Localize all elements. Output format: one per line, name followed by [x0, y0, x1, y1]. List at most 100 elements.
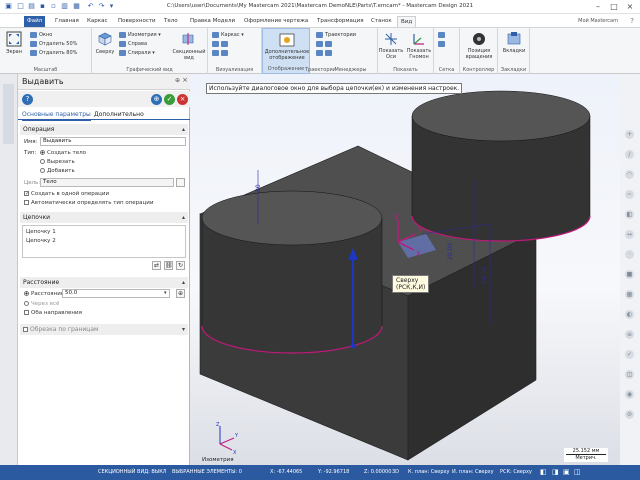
rotation-position-icon[interactable] [471, 31, 487, 47]
fit-screen-icon[interactable] [6, 31, 22, 47]
tab-surfaces[interactable]: Поверхности [115, 16, 159, 27]
toolpaths-button[interactable]: Траектории [316, 31, 356, 39]
distance-pick-button[interactable]: ⊕ [176, 289, 185, 298]
select-points-icon[interactable]: · [625, 250, 634, 259]
single-op-checkbox[interactable]: ✓ Создать в одной операции [24, 190, 109, 198]
wireframe-toggle[interactable]: Каркас ▾ [212, 31, 244, 39]
select-all-icon[interactable]: + [625, 130, 634, 139]
target-field[interactable]: Тело [40, 178, 174, 187]
select-lines-icon[interactable]: / [625, 150, 634, 159]
select-result-icon[interactable]: ✓ [625, 350, 634, 359]
tab-machine[interactable]: Станок [368, 16, 395, 27]
select-surfaces-icon[interactable]: ◧ [625, 210, 634, 219]
section-view-icon[interactable] [180, 31, 196, 47]
tab-model-prep[interactable]: Правка Модели [187, 16, 238, 27]
chain-reverse-button[interactable]: ⇄ [152, 261, 161, 270]
tab-basic-params[interactable]: Основные параметры [22, 110, 91, 121]
distance-spinner-icon[interactable]: ▾ [164, 289, 167, 297]
zoom-out-80-button[interactable]: Отдалить 80% [30, 49, 77, 57]
distance-input[interactable]: 50.0 [62, 289, 170, 298]
wcs-status[interactable]: РСК: Сверху [500, 465, 532, 480]
panel-close-icon[interactable]: × [182, 76, 188, 84]
select-dims-icon[interactable]: ↔ [625, 230, 634, 239]
grid-snap-toggle[interactable] [438, 40, 447, 48]
y-coordinate[interactable]: Y: -92.96718 [318, 465, 349, 480]
type-create-radio[interactable]: Создать тело [40, 149, 86, 157]
extra-display-icon[interactable] [279, 32, 295, 48]
type-cut-radio[interactable]: Вырезать [40, 158, 75, 166]
select-arcs-icon[interactable]: ◠ [625, 170, 634, 179]
list-item[interactable]: Цепочку 2 [26, 237, 56, 245]
graphics-viewport[interactable]: 20.00 24.50 20 Z Y X Z Y X Изометрия Исп… [190, 74, 620, 465]
translucency-toggle[interactable] [212, 49, 230, 57]
tab-wireframe[interactable]: Каркас [84, 16, 110, 27]
top-view-icon[interactable] [97, 31, 113, 47]
close-button[interactable]: × [622, 1, 638, 12]
3d-mode-toggle[interactable]: 3D [392, 465, 399, 480]
select-level-icon[interactable]: ≡ [625, 330, 634, 339]
toolpath-option-1[interactable] [316, 40, 334, 48]
tab-view[interactable]: Вид [397, 16, 417, 27]
target-select-button[interactable] [176, 178, 185, 187]
clear-selection-icon[interactable]: ⊘ [625, 410, 634, 419]
transparency-icon[interactable]: ◫ [574, 465, 581, 480]
cancel-button[interactable]: × [177, 94, 188, 105]
distance-radio[interactable]: Расстояние: [24, 290, 66, 298]
show-axes-icon[interactable] [383, 31, 399, 47]
help-icon[interactable]: ? [630, 17, 634, 25]
display-mode-icon[interactable]: ◧ [540, 465, 547, 480]
tplane-status[interactable]: И. план: Сверху [452, 465, 494, 480]
name-field[interactable]: Выдавить [40, 137, 186, 146]
shading-mode-icon[interactable]: ◨ [552, 465, 559, 480]
bookmarks-icon[interactable] [506, 31, 522, 47]
selected-entities-status[interactable]: ВЫБРАННЫЕ ЭЛЕМЕНТЫ: 0 [172, 465, 242, 480]
account-link[interactable]: Мой Mastercam [578, 18, 618, 24]
auto-type-checkbox[interactable]: Автоматически определять тип операции [24, 199, 153, 207]
apply-button[interactable]: ⊕ [151, 94, 162, 105]
both-directions-checkbox[interactable]: Оба направления [24, 309, 82, 317]
zoom-out-50-button[interactable]: Отдалить 50% [30, 40, 77, 48]
tab-transform[interactable]: Трансформация [314, 16, 367, 27]
distance-section-header[interactable]: Расстояние ▴ [20, 277, 188, 288]
tab-drafting[interactable]: Оформление чертежа [241, 16, 311, 27]
show-gnomon-icon[interactable] [411, 31, 427, 47]
pin-icon[interactable]: ⊕ [175, 77, 180, 84]
select-color-icon[interactable]: ◐ [625, 310, 634, 319]
cplane-status[interactable]: К. план: Сверху [408, 465, 449, 480]
tab-file[interactable]: Файл [24, 16, 46, 27]
maximize-button[interactable]: □ [606, 1, 622, 12]
list-item[interactable]: Цепочку 1 [26, 228, 56, 236]
chains-section-header[interactable]: Цепочки ▴ [20, 212, 188, 223]
through-all-radio[interactable]: Через всё [24, 300, 59, 308]
select-group-icon[interactable]: ◫ [625, 370, 634, 379]
tab-advanced[interactable]: Дополнительно [94, 110, 144, 119]
toolpath-option-2[interactable] [316, 49, 334, 57]
visual-style-icon[interactable]: ▣ [563, 465, 570, 480]
manager-tab-handle[interactable] [3, 84, 14, 144]
chain-list[interactable]: Цепочку 1 Цепочку 2 [22, 225, 186, 258]
select-solids-icon[interactable]: ■ [625, 270, 634, 279]
minimize-button[interactable]: – [590, 1, 606, 12]
trim-section-header[interactable]: Обрезка по границам ▾ [20, 324, 188, 335]
operation-section-header[interactable]: Операция ▴ [20, 124, 188, 135]
tab-solids[interactable]: Тело [161, 16, 181, 27]
x-coordinate[interactable]: X: -67.44065 [270, 465, 302, 480]
spiral-view-button[interactable]: Спирали ▾ [119, 49, 155, 57]
select-attributes-icon[interactable]: ◉ [625, 390, 634, 399]
ok-button[interactable]: ✓ [164, 94, 175, 105]
shading-toggle[interactable] [212, 40, 230, 48]
grid-toggle[interactable] [438, 31, 447, 39]
tab-home[interactable]: Главная [52, 16, 82, 27]
select-splines-icon[interactable]: ~ [625, 190, 634, 199]
help-button[interactable]: ? [22, 94, 33, 105]
model-scene[interactable]: 20.00 24.50 20 Z Y X Z Y X Изометрия [190, 74, 620, 465]
section-view-status[interactable]: СЕКЦИОННЫЙ ВИД: ВЫКЛ [98, 465, 167, 480]
isometric-view-button[interactable]: Изометрия ▾ [119, 31, 161, 39]
type-add-radio[interactable]: Добавить [40, 167, 75, 175]
chain-select-button[interactable]: ⛓ [164, 261, 173, 270]
right-view-button[interactable]: Справа [119, 40, 147, 48]
zoom-window-button[interactable]: Окно [30, 31, 52, 39]
chain-rechain-button[interactable]: ↻ [176, 261, 185, 270]
select-mesh-icon[interactable]: ▦ [625, 290, 634, 299]
z-coordinate[interactable]: Z: 0.00000 [364, 465, 391, 480]
